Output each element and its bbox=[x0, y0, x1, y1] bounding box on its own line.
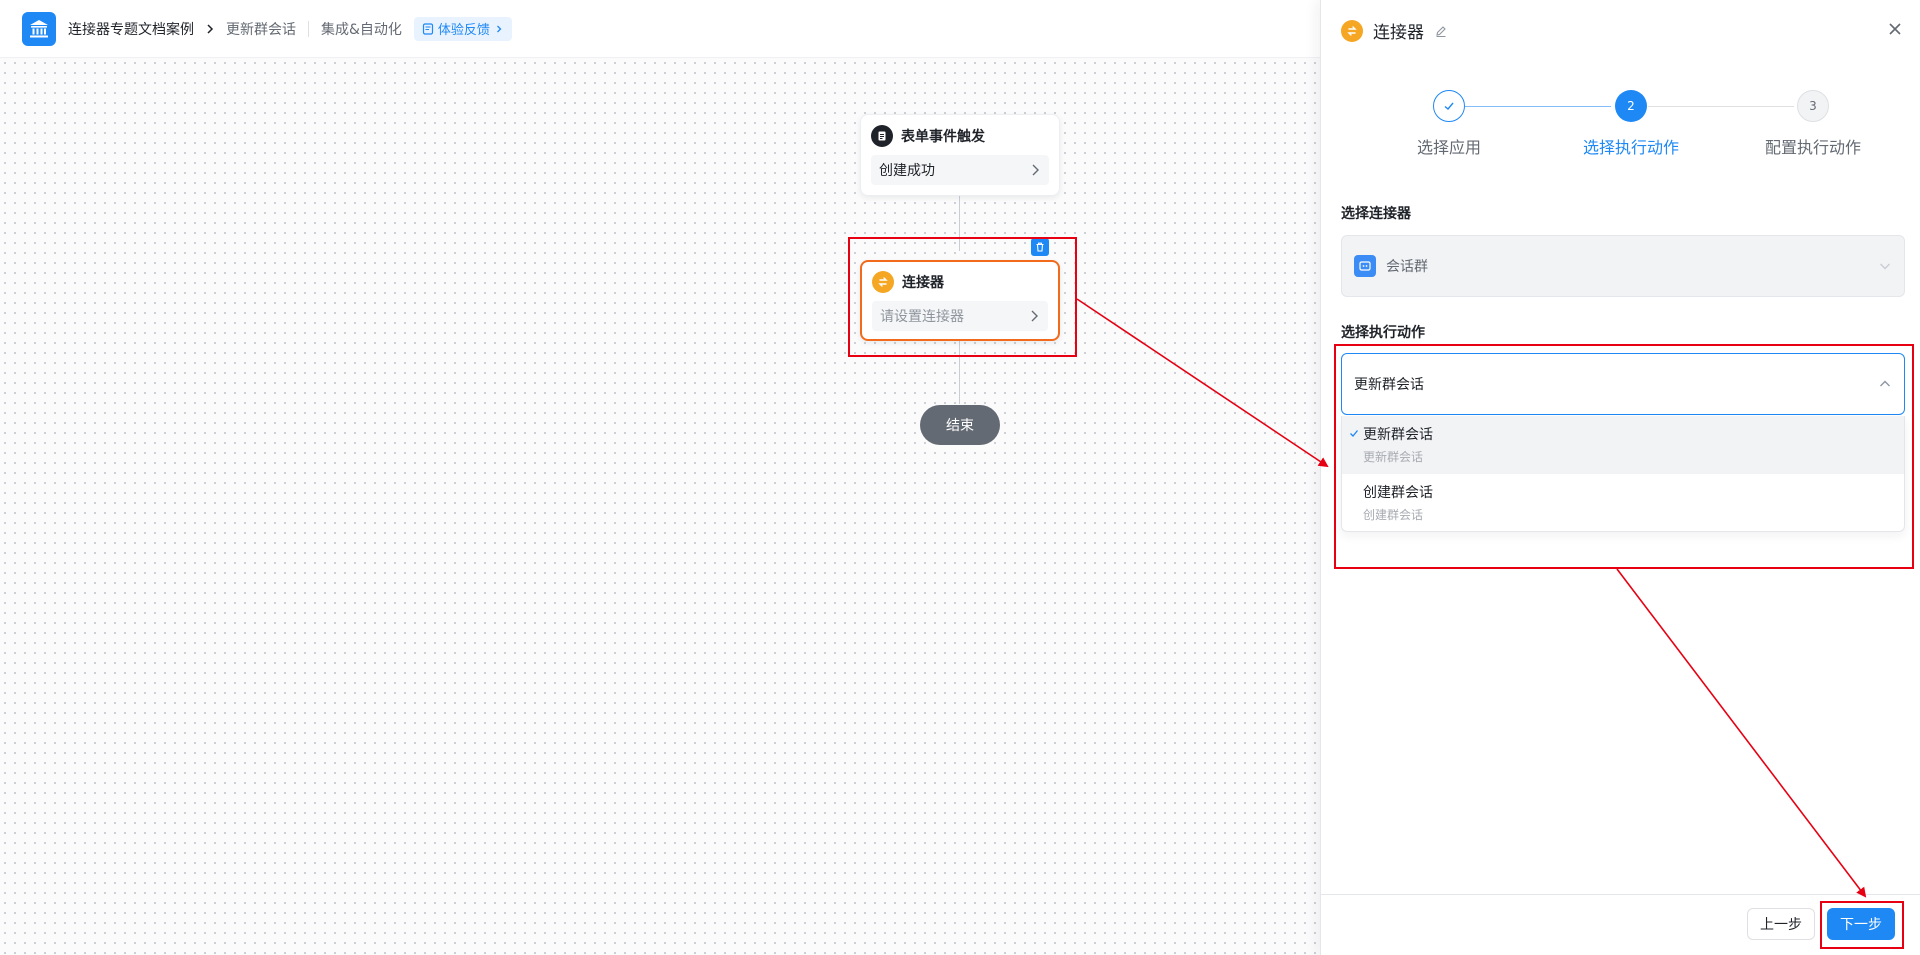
close-icon[interactable] bbox=[1884, 18, 1906, 40]
step-2-label: 选择执行动作 bbox=[1582, 138, 1679, 157]
trigger-node[interactable]: 表单事件触发 创建成功 bbox=[860, 114, 1060, 196]
breadcrumb-section[interactable]: 集成&自动化 bbox=[321, 19, 402, 39]
check-icon bbox=[1433, 90, 1465, 122]
connector-select-value: 会话群 bbox=[1386, 259, 1428, 275]
chevron-down-icon bbox=[1880, 263, 1890, 270]
trigger-node-title: 表单事件触发 bbox=[901, 129, 985, 145]
step-2[interactable]: 2 选择执行动作 bbox=[1561, 90, 1701, 158]
chat-group-icon bbox=[1354, 255, 1376, 277]
step-2-number: 2 bbox=[1615, 90, 1647, 122]
end-node[interactable]: 结束 bbox=[920, 405, 1000, 445]
chevron-right-icon bbox=[1032, 164, 1039, 176]
prev-step-button[interactable]: 上一步 bbox=[1747, 908, 1815, 940]
trigger-node-value-text: 创建成功 bbox=[879, 163, 935, 179]
annotation-box-next-button bbox=[1820, 901, 1904, 949]
connector-icon bbox=[1341, 19, 1363, 42]
connector-select[interactable]: 会话群 bbox=[1341, 235, 1905, 297]
action-field-label: 选择执行动作 bbox=[1341, 325, 1425, 341]
panel-header: 连接器 bbox=[1341, 18, 1448, 43]
feedback-icon bbox=[422, 22, 434, 35]
step-1[interactable]: 选择应用 bbox=[1379, 90, 1519, 158]
chevron-right-icon bbox=[204, 23, 216, 35]
step-3-label: 配置执行动作 bbox=[1764, 138, 1861, 157]
chevron-right-icon bbox=[496, 25, 502, 32]
step-3-number: 3 bbox=[1797, 90, 1829, 122]
form-doc-icon bbox=[871, 125, 893, 147]
feedback-label: 体验反馈 bbox=[437, 23, 490, 38]
breadcrumb-app-name[interactable]: 连接器专题文档案例 bbox=[68, 19, 194, 39]
panel-title: 连接器 bbox=[1373, 23, 1424, 43]
top-header: 连接器专题文档案例 更新群会话 集成&自动化 体验反馈 bbox=[0, 0, 1320, 58]
annotation-box-action-select bbox=[1334, 344, 1914, 569]
end-node-label: 结束 bbox=[946, 418, 974, 434]
breadcrumb-divider bbox=[308, 20, 309, 37]
trigger-node-value[interactable]: 创建成功 bbox=[871, 155, 1049, 185]
annotation-box-connector-node bbox=[848, 237, 1077, 357]
step-3[interactable]: 3 配置执行动作 bbox=[1743, 90, 1883, 158]
connector-field-label: 选择连接器 bbox=[1341, 206, 1411, 222]
feedback-button[interactable]: 体验反馈 bbox=[413, 16, 512, 41]
bank-icon[interactable] bbox=[22, 11, 56, 46]
step-1-label: 选择应用 bbox=[1416, 138, 1481, 157]
pencil-icon[interactable] bbox=[1434, 24, 1448, 38]
flow-canvas[interactable]: 表单事件触发 创建成功 连接器 请设置连接器 结束 bbox=[0, 58, 1320, 955]
breadcrumb-page-name[interactable]: 更新群会话 bbox=[226, 19, 296, 39]
step-indicator: 选择应用 2 选择执行动作 3 配置执行动作 bbox=[1321, 90, 1920, 170]
